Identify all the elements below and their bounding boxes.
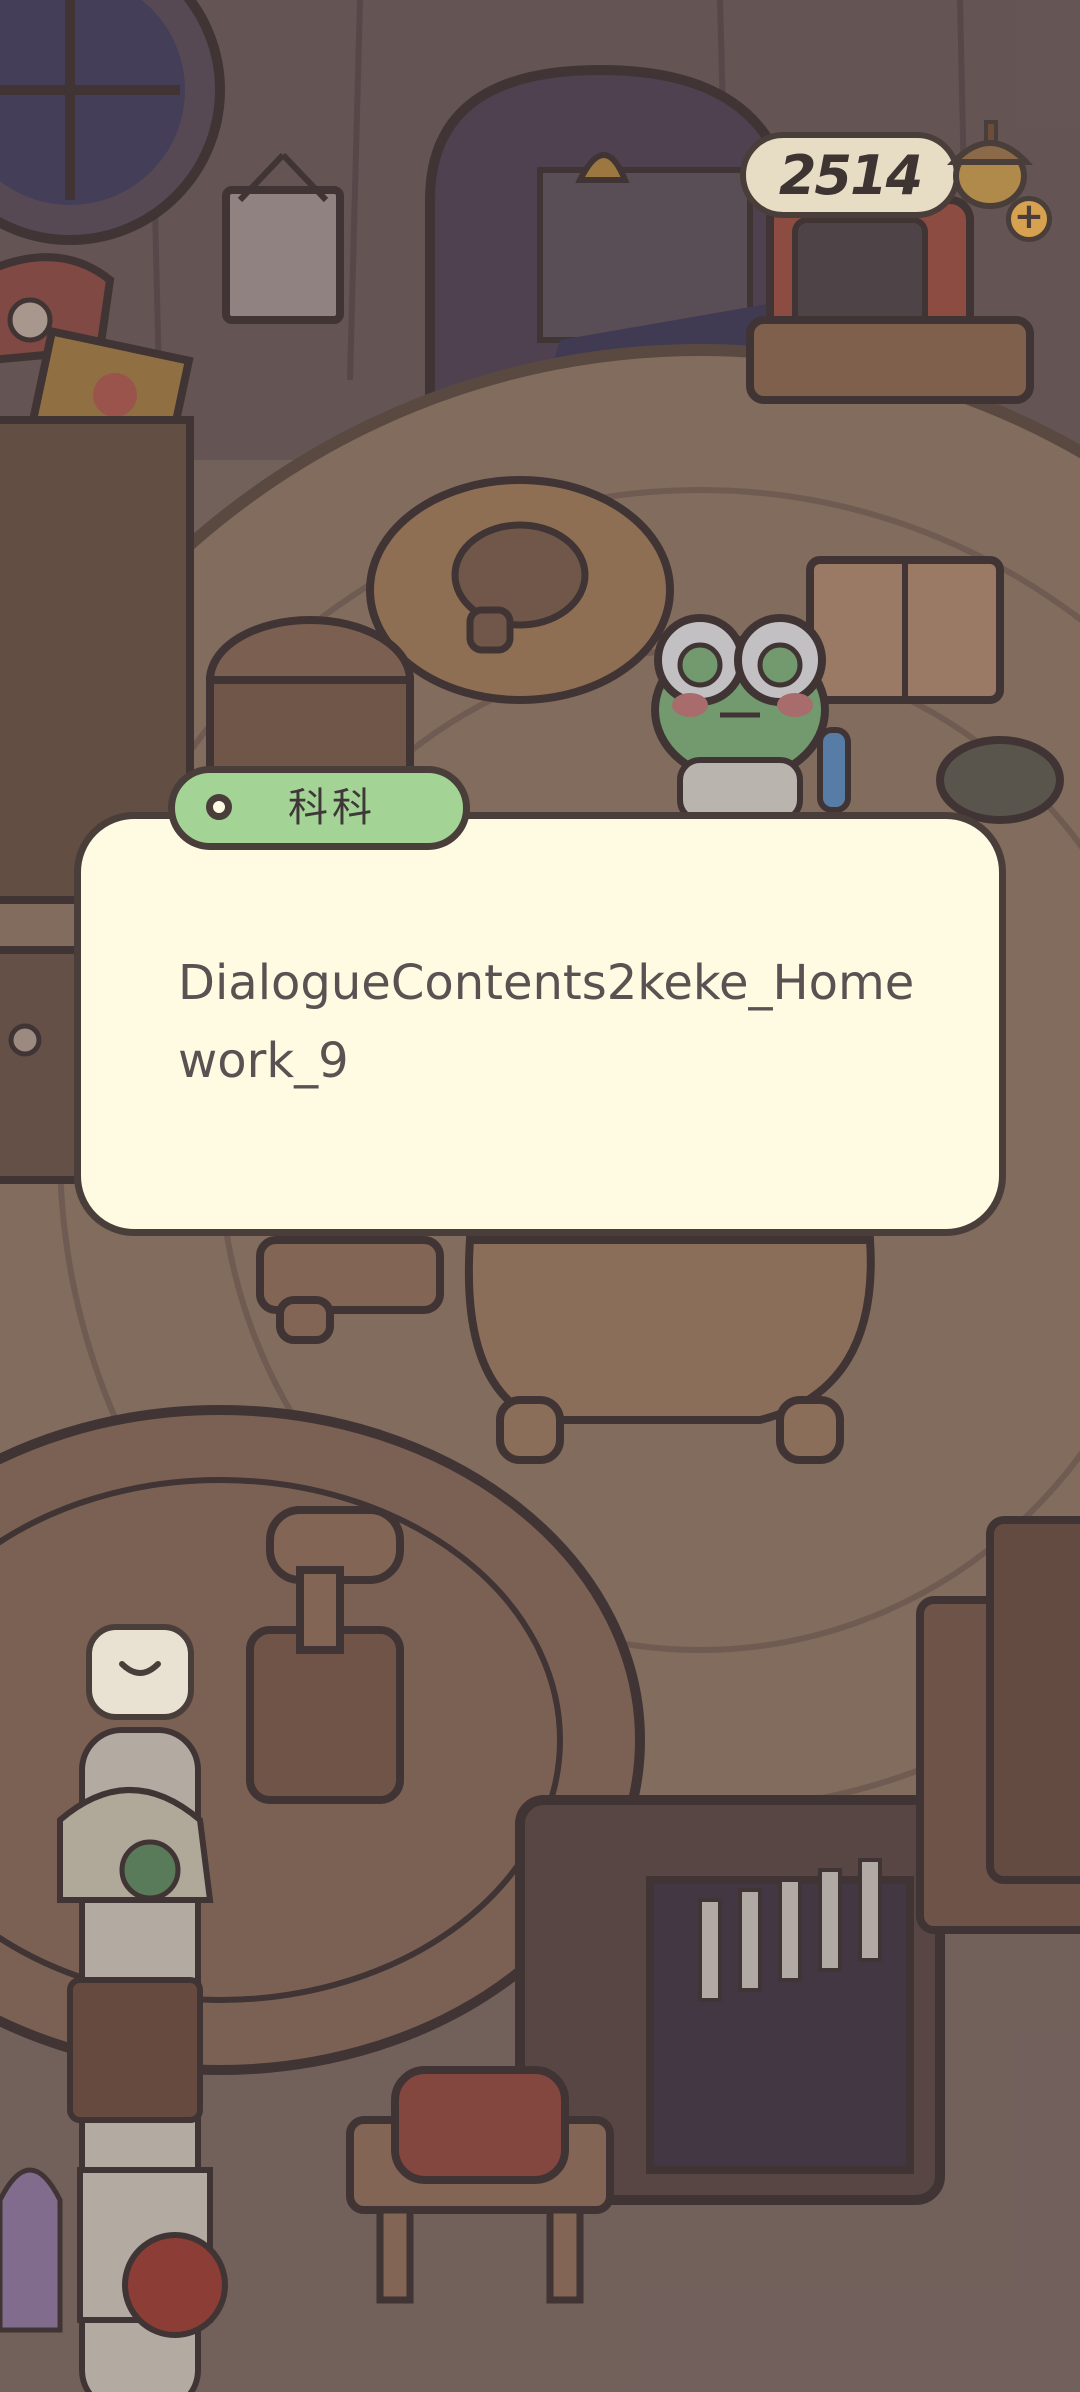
currency-value: 2514 <box>778 143 923 207</box>
dialogue-text: DialogueContents2keke_Homework_9 <box>178 955 915 1089</box>
currency-add-button[interactable]: + <box>1006 196 1052 242</box>
currency-counter[interactable]: 2514 <box>740 132 960 218</box>
speaker-name: 科科 <box>288 785 376 831</box>
chevron-down-icon <box>119 1661 161 1676</box>
stool <box>206 616 414 774</box>
name-tag-dot <box>206 794 232 820</box>
round-table <box>366 476 674 704</box>
collapse-toolbar-button[interactable] <box>86 1624 194 1720</box>
chair <box>246 1506 404 1804</box>
frog-character <box>651 614 851 823</box>
